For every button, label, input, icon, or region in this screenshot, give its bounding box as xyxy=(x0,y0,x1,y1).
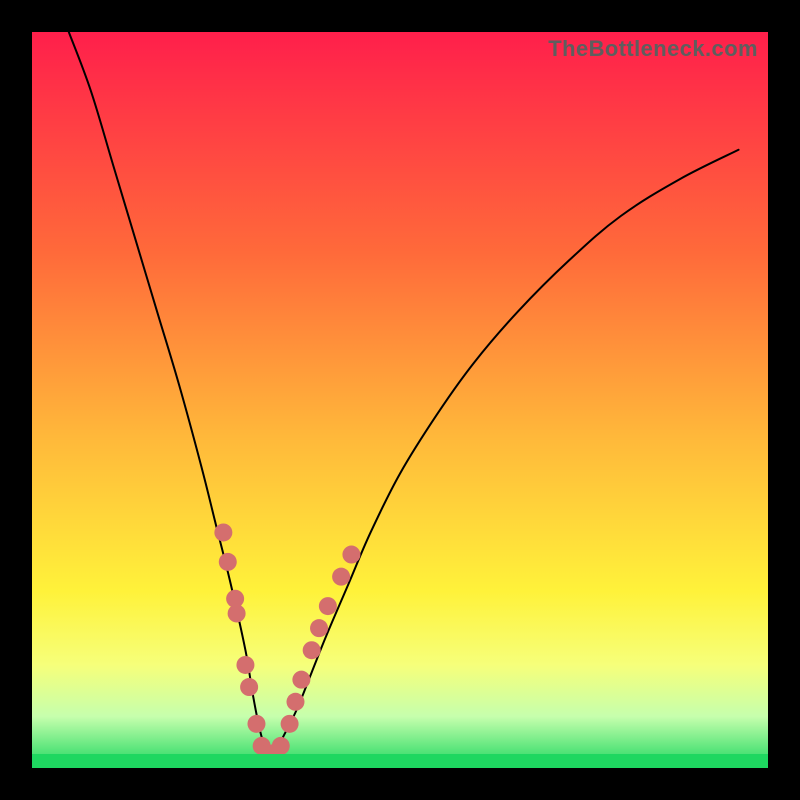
data-marker xyxy=(228,604,246,622)
data-marker xyxy=(286,693,304,711)
data-marker xyxy=(236,656,254,674)
optimal-zone-strip xyxy=(32,754,768,768)
data-marker xyxy=(332,568,350,586)
data-marker xyxy=(292,671,310,689)
data-marker xyxy=(310,619,328,637)
plot-area: TheBottleneck.com xyxy=(32,32,768,768)
curve-layer xyxy=(32,32,768,768)
bottleneck-curve xyxy=(69,32,739,756)
data-marker xyxy=(272,737,290,755)
data-marker xyxy=(247,715,265,733)
marker-group xyxy=(214,523,360,762)
data-marker xyxy=(342,546,360,564)
data-marker xyxy=(319,597,337,615)
chart-frame: TheBottleneck.com xyxy=(0,0,800,800)
data-marker xyxy=(240,678,258,696)
data-marker xyxy=(219,553,237,571)
data-marker xyxy=(281,715,299,733)
data-marker xyxy=(303,641,321,659)
data-marker xyxy=(214,523,232,541)
